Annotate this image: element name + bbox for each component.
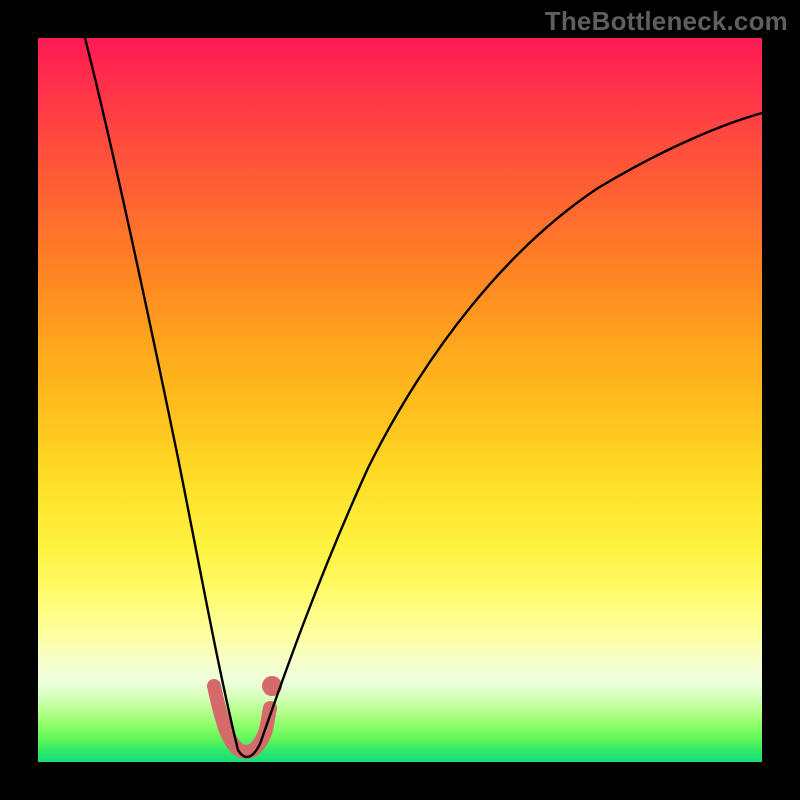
watermark-text: TheBottleneck.com xyxy=(545,6,788,37)
bottleneck-curve xyxy=(38,38,762,762)
curve-path xyxy=(83,30,766,757)
chart-frame: TheBottleneck.com xyxy=(0,0,800,800)
